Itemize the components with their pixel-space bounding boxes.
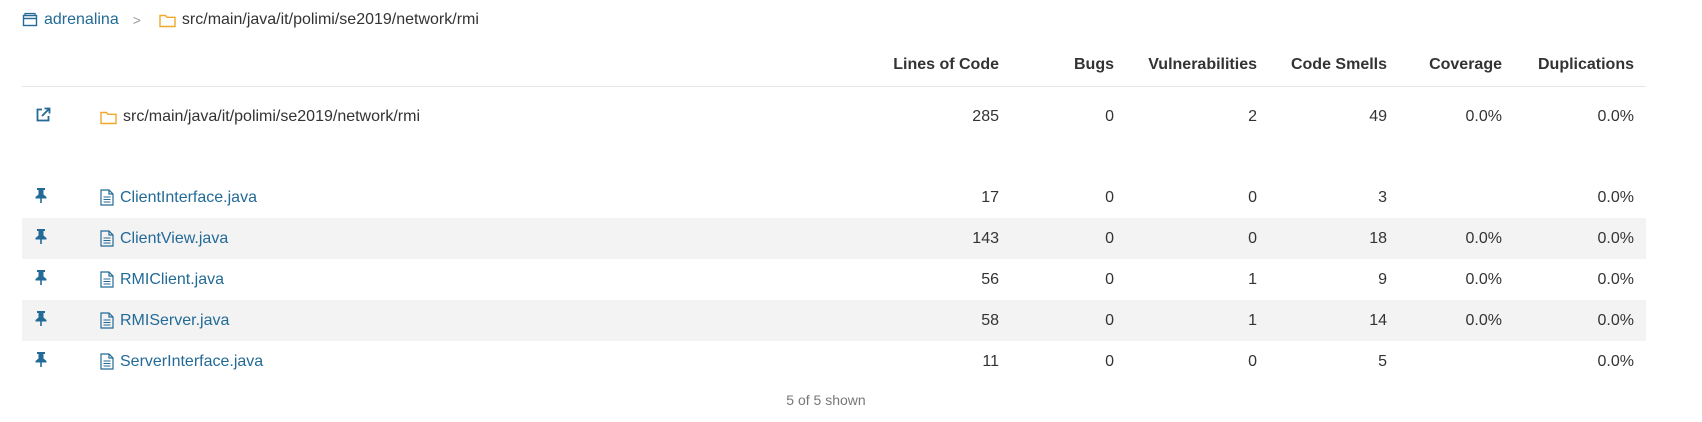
measures-table: Lines of Code Bugs Vulnerabilities Code … bbox=[22, 44, 1646, 382]
cell-duplications[interactable]: 0.0% bbox=[1514, 87, 1646, 148]
header-code-smells[interactable]: Code Smells bbox=[1269, 44, 1399, 87]
cell-vulnerabilities[interactable]: 1 bbox=[1126, 300, 1269, 341]
cell-vulnerabilities[interactable]: 0 bbox=[1126, 218, 1269, 259]
table-row: ClientInterface.java 17 0 0 3 0.0% bbox=[22, 177, 1646, 218]
cell-lines-of-code[interactable]: 56 bbox=[861, 259, 1011, 300]
file-name[interactable]: ClientView.java bbox=[120, 230, 228, 248]
directory-row: src/main/java/it/polimi/se2019/network/r… bbox=[22, 87, 1646, 148]
file-icon bbox=[100, 271, 114, 288]
file-name[interactable]: ServerInterface.java bbox=[120, 353, 263, 371]
header-duplications[interactable]: Duplications bbox=[1514, 44, 1646, 87]
project-icon bbox=[22, 12, 38, 28]
cell-code-smells[interactable]: 14 bbox=[1269, 300, 1399, 341]
table-row: ClientView.java 143 0 0 18 0.0% 0.0% bbox=[22, 218, 1646, 259]
table-header-row: Lines of Code Bugs Vulnerabilities Code … bbox=[22, 44, 1646, 87]
cell-coverage[interactable]: 0.0% bbox=[1399, 218, 1514, 259]
cell-bugs[interactable]: 0 bbox=[1011, 87, 1126, 148]
pin-icon[interactable] bbox=[34, 228, 48, 245]
cell-bugs[interactable]: 0 bbox=[1011, 341, 1126, 382]
file-icon bbox=[100, 312, 114, 329]
cell-duplications[interactable]: 0.0% bbox=[1514, 300, 1646, 341]
pin-icon[interactable] bbox=[34, 351, 48, 368]
cell-vulnerabilities[interactable]: 0 bbox=[1126, 177, 1269, 218]
cell-bugs[interactable]: 0 bbox=[1011, 218, 1126, 259]
file-name[interactable]: RMIServer.java bbox=[120, 312, 229, 330]
pin-icon[interactable] bbox=[34, 269, 48, 286]
cell-code-smells[interactable]: 3 bbox=[1269, 177, 1399, 218]
file-name[interactable]: RMIClient.java bbox=[120, 271, 224, 289]
external-link-icon[interactable] bbox=[34, 106, 52, 124]
breadcrumb-separator: > bbox=[132, 12, 141, 28]
cell-vulnerabilities[interactable]: 1 bbox=[1126, 259, 1269, 300]
shown-count: 5 of 5 shown bbox=[786, 392, 866, 408]
pin-icon[interactable] bbox=[34, 310, 48, 327]
cell-bugs[interactable]: 0 bbox=[1011, 300, 1126, 341]
cell-lines-of-code[interactable]: 17 bbox=[861, 177, 1011, 218]
cell-vulnerabilities[interactable]: 2 bbox=[1126, 87, 1269, 148]
folder-icon bbox=[100, 110, 117, 125]
file-icon bbox=[100, 189, 114, 206]
breadcrumb: adrenalina > src/main/java/it/polimi/se2… bbox=[22, 8, 479, 32]
directory-name[interactable]: src/main/java/it/polimi/se2019/network/r… bbox=[123, 108, 420, 126]
cell-duplications[interactable]: 0.0% bbox=[1514, 259, 1646, 300]
folder-icon bbox=[159, 13, 176, 28]
cell-lines-of-code[interactable]: 11 bbox=[861, 341, 1011, 382]
cell-code-smells[interactable]: 18 bbox=[1269, 218, 1399, 259]
cell-duplications[interactable]: 0.0% bbox=[1514, 341, 1646, 382]
file-name[interactable]: ClientInterface.java bbox=[120, 189, 257, 207]
cell-lines-of-code[interactable]: 58 bbox=[861, 300, 1011, 341]
file-icon bbox=[100, 353, 114, 370]
table-row: RMIClient.java 56 0 1 9 0.0% 0.0% bbox=[22, 259, 1646, 300]
breadcrumb-path-label: src/main/java/it/polimi/se2019/network/r… bbox=[181, 11, 479, 28]
header-vulnerabilities[interactable]: Vulnerabilities bbox=[1126, 44, 1269, 87]
pin-icon[interactable] bbox=[34, 187, 48, 204]
table-row: ServerInterface.java 11 0 0 5 0.0% bbox=[22, 341, 1646, 382]
cell-duplications[interactable]: 0.0% bbox=[1514, 218, 1646, 259]
cell-coverage[interactable]: 0.0% bbox=[1399, 87, 1514, 148]
cell-duplications[interactable]: 0.0% bbox=[1514, 177, 1646, 218]
header-lines-of-code[interactable]: Lines of Code bbox=[861, 44, 1011, 87]
breadcrumb-project-label: adrenalina bbox=[44, 11, 119, 28]
cell-coverage[interactable]: 0.0% bbox=[1399, 259, 1514, 300]
breadcrumb-path: src/main/java/it/polimi/se2019/network/r… bbox=[159, 11, 479, 29]
cell-coverage[interactable]: 0.0% bbox=[1399, 300, 1514, 341]
cell-code-smells[interactable]: 49 bbox=[1269, 87, 1399, 148]
cell-code-smells[interactable]: 9 bbox=[1269, 259, 1399, 300]
cell-vulnerabilities[interactable]: 0 bbox=[1126, 341, 1269, 382]
header-coverage[interactable]: Coverage bbox=[1399, 44, 1514, 87]
header-bugs[interactable]: Bugs bbox=[1011, 44, 1126, 87]
cell-bugs[interactable]: 0 bbox=[1011, 177, 1126, 218]
cell-lines-of-code[interactable]: 143 bbox=[861, 218, 1011, 259]
file-icon bbox=[100, 230, 114, 247]
breadcrumb-project[interactable]: adrenalina bbox=[22, 11, 119, 29]
cell-lines-of-code[interactable]: 285 bbox=[861, 87, 1011, 148]
table-row: RMIServer.java 58 0 1 14 0.0% 0.0% bbox=[22, 300, 1646, 341]
cell-code-smells[interactable]: 5 bbox=[1269, 341, 1399, 382]
cell-bugs[interactable]: 0 bbox=[1011, 259, 1126, 300]
cell-coverage[interactable] bbox=[1399, 177, 1514, 218]
cell-coverage[interactable] bbox=[1399, 341, 1514, 382]
